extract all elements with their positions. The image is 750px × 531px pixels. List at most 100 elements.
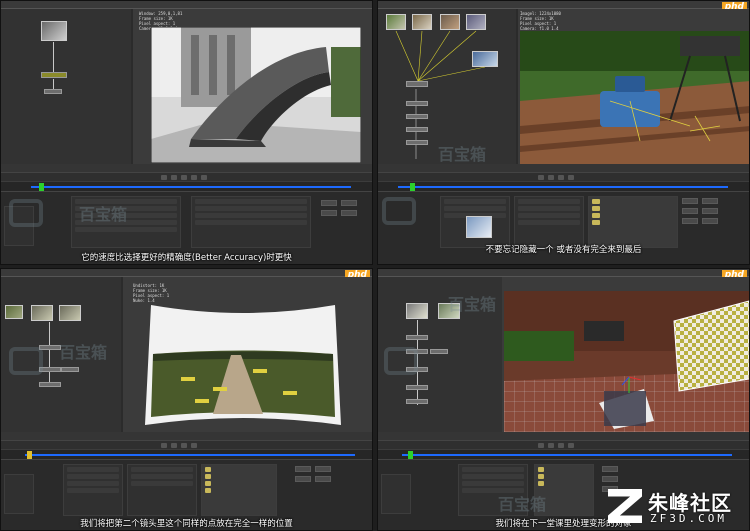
parameter-button[interactable] (602, 476, 618, 482)
fast-forward-button[interactable] (201, 175, 207, 180)
play-button[interactable] (558, 175, 564, 180)
parameter-button[interactable] (702, 198, 718, 204)
zf3d-brand-logo: 朱峰社区 ZF3D.COM (608, 487, 744, 527)
rewind-button[interactable] (538, 443, 544, 448)
step-back-button[interactable] (548, 443, 554, 448)
play-button[interactable] (181, 175, 187, 180)
transport-controls (1, 440, 372, 449)
playhead[interactable] (410, 183, 415, 191)
timeline[interactable] (378, 449, 749, 459)
node[interactable] (430, 349, 448, 354)
subtitle: 它的速度比选择更好的精确度(Better Accuracy)时更快 (81, 253, 292, 263)
parameter-button[interactable] (315, 466, 331, 472)
parameter-button[interactable] (341, 210, 357, 216)
step-back-button[interactable] (171, 443, 177, 448)
rewind-button[interactable] (161, 175, 167, 180)
rewind-button[interactable] (538, 175, 544, 180)
viewer-image-undistorted-field (145, 305, 341, 425)
tab-row: Tree Term (378, 164, 749, 182)
output-node[interactable] (44, 89, 62, 94)
panel-top-right: phd Imagel: 1224x1080 Frame size: 1K Pix… (377, 0, 750, 265)
transport-controls (378, 440, 749, 449)
timeline[interactable] (1, 181, 372, 191)
playhead[interactable] (27, 451, 32, 459)
play-button[interactable] (558, 443, 564, 448)
node[interactable] (406, 140, 428, 145)
parameter-list[interactable] (63, 464, 123, 516)
rewind-button[interactable] (161, 443, 167, 448)
playhead[interactable] (39, 183, 44, 191)
menu-bar (1, 269, 372, 277)
node[interactable] (61, 367, 79, 372)
step-forward-button[interactable] (191, 175, 197, 180)
node[interactable] (406, 114, 428, 119)
parameter-button[interactable] (295, 466, 311, 472)
parameter-button[interactable] (602, 466, 618, 472)
parameter-tabs[interactable] (4, 474, 34, 514)
play-button[interactable] (181, 443, 187, 448)
parameter-list-2[interactable] (514, 196, 584, 248)
tab-row: Tree Dist (378, 432, 749, 450)
watermark-text: 百宝箱 (59, 343, 108, 362)
panel-top-left: Window: 259,0,1,81 Frame size: 1K Pixel as… (0, 0, 373, 265)
menu-bar (378, 269, 749, 277)
timeline[interactable] (1, 449, 372, 459)
parameter-button[interactable] (295, 476, 311, 482)
viewer[interactable]: Undistort: 1K Frame size: 1K Pixel aspect:… (123, 277, 372, 432)
node[interactable] (39, 382, 61, 387)
step-back-button[interactable] (548, 175, 554, 180)
source-node-thumbnail[interactable] (31, 305, 53, 321)
step-forward-button[interactable] (191, 443, 197, 448)
parameter-list-2[interactable] (191, 196, 311, 248)
source-node-thumbnail[interactable] (406, 303, 428, 319)
node[interactable] (406, 127, 428, 132)
node[interactable] (406, 101, 428, 106)
node-graph[interactable] (1, 9, 131, 164)
watermark-text: 百宝箱 (498, 495, 547, 514)
node-wire (53, 42, 54, 72)
timeline-range (31, 186, 351, 188)
step-back-button[interactable] (171, 175, 177, 180)
subtitle: 我们将把第二个镜头里这个同样的点放在完全一样的位置 (80, 519, 293, 529)
parameter-list-2[interactable] (127, 464, 197, 516)
tracker-table[interactable] (201, 464, 277, 516)
tracker-table[interactable] (588, 196, 678, 248)
viewer-readout: Imagel: 1224x1080 Frame size: 1K Pixel asp… (520, 11, 561, 31)
viewer[interactable] (502, 277, 749, 432)
timeline-range (25, 454, 355, 456)
node[interactable] (406, 399, 428, 404)
step-forward-button[interactable] (568, 443, 574, 448)
parameter-button[interactable] (682, 208, 698, 214)
parameter-button[interactable] (321, 210, 337, 216)
panel-bottom-left: phd Undistort: 1K Frame size: 1K Pixel asp… (0, 268, 373, 531)
source-node-thumbnail[interactable] (59, 305, 81, 321)
parameter-button[interactable] (315, 476, 331, 482)
timeline-range (402, 454, 732, 456)
menu-bar (378, 1, 749, 9)
menu-bar (1, 1, 372, 9)
viewer[interactable]: Imagel: 1224x1080 Frame size: 1K Pixel asp… (518, 9, 749, 164)
source-node-thumbnail[interactable] (41, 21, 67, 41)
survey-solver-node[interactable] (406, 81, 428, 87)
node-wire (49, 322, 50, 382)
tracker-node[interactable] (41, 72, 67, 78)
viewer[interactable]: Window: 259,0,1,81 Frame size: 1K Pixel as… (133, 9, 372, 164)
source-node-thumbnail[interactable] (5, 305, 23, 319)
node[interactable] (406, 335, 428, 340)
node[interactable] (406, 385, 428, 390)
playhead[interactable] (408, 451, 413, 459)
zf3d-z-icon (608, 489, 642, 523)
watermark-text: 百宝箱 (438, 145, 487, 164)
timeline[interactable] (378, 181, 749, 191)
parameter-button[interactable] (341, 200, 357, 206)
step-forward-button[interactable] (568, 175, 574, 180)
parameter-button[interactable] (702, 218, 718, 224)
parameter-button[interactable] (702, 208, 718, 214)
parameter-button[interactable] (682, 218, 698, 224)
watermark-text: 百宝箱 (79, 205, 128, 224)
parameter-button[interactable] (321, 200, 337, 206)
watermark-logo-icon (384, 347, 418, 375)
parameter-button[interactable] (682, 198, 698, 204)
parameter-tabs[interactable] (381, 474, 411, 514)
watermark-logo-icon (382, 197, 416, 225)
